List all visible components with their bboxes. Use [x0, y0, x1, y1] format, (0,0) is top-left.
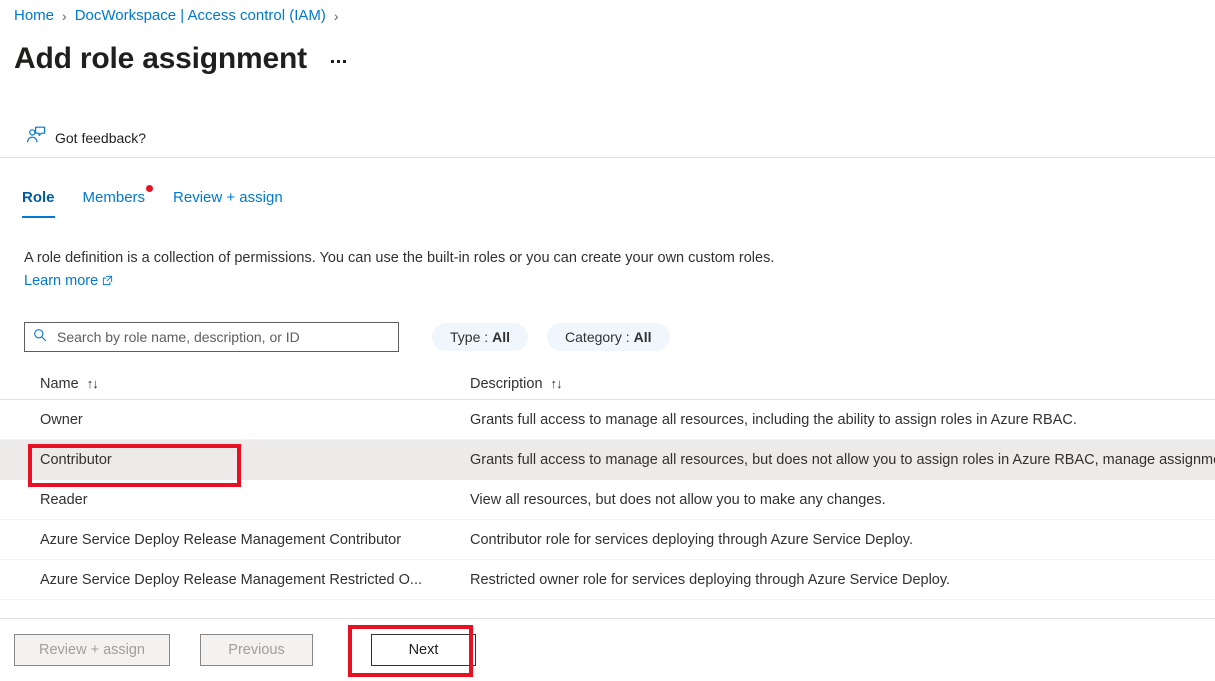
sort-icon-name: ↑↓	[86, 376, 99, 391]
learn-more-link[interactable]: Learn more	[24, 273, 98, 289]
breadcrumb-item-home[interactable]: Home	[14, 6, 54, 26]
external-link-icon	[102, 271, 113, 294]
azure-add-role-assignment-page: Home › DocWorkspace | Access control (IA…	[0, 0, 1215, 681]
breadcrumb: Home › DocWorkspace | Access control (IA…	[14, 6, 347, 26]
breadcrumb-separator-1: ›	[62, 8, 67, 24]
role-name-cell: Contributor	[40, 451, 112, 468]
table-row[interactable]: Owner Grants full access to manage all r…	[0, 400, 1215, 440]
breadcrumb-separator-2: ›	[333, 8, 339, 24]
table-row[interactable]: Azure Service Deploy Release Management …	[0, 520, 1215, 560]
column-header-name-label: Name	[40, 375, 79, 392]
page-title: Add role assignment	[14, 42, 307, 75]
got-feedback-button[interactable]: Got feedback?	[22, 123, 150, 152]
tab-review-assign-label: Review + assign	[173, 189, 283, 206]
wizard-tabs: Role Members Review + assign	[22, 185, 297, 218]
column-header-description-label: Description	[470, 375, 543, 392]
role-description-cell: Contributor role for services deploying …	[470, 531, 914, 548]
role-name-cell: Azure Service Deploy Release Management …	[40, 571, 423, 588]
role-name-cell: Owner	[40, 411, 83, 428]
role-description-cell: Grants full access to manage all resourc…	[470, 451, 1215, 468]
filter-row: Type : All Category : All	[24, 322, 670, 352]
search-icon	[33, 328, 47, 347]
table-header-row: Name ↑↓ Description ↑↓	[0, 368, 1215, 400]
role-description-cell: View all resources, but does not allow y…	[470, 491, 886, 508]
table-row[interactable]: Azure Service Deploy Release Management …	[0, 560, 1215, 600]
tab-members-badge-dot	[146, 185, 154, 192]
tab-role-label: Role	[22, 189, 55, 206]
previous-button[interactable]: Previous	[200, 634, 313, 666]
tab-members-label: Members	[82, 189, 146, 206]
got-feedback-label: Got feedback?	[55, 129, 147, 146]
filter-pill-category-label: Category :	[565, 329, 630, 345]
breadcrumb-item-docworkspace-iam[interactable]: DocWorkspace | Access control (IAM)	[75, 6, 326, 26]
tab-members[interactable]: Members	[69, 185, 160, 218]
kebab-dot-2	[336, 60, 340, 63]
filter-pill-type-label: Type :	[450, 329, 489, 345]
column-header-name[interactable]: Name ↑↓	[40, 376, 470, 392]
filter-pill-category[interactable]: Category : All	[547, 323, 670, 351]
filter-pill-type[interactable]: Type : All	[432, 323, 529, 351]
next-button-wrapper: Next	[371, 634, 476, 666]
table-row[interactable]: Reader View all resources, but does not …	[0, 480, 1215, 520]
person-feedback-icon	[26, 126, 46, 149]
role-description-cell: Restricted owner role for services deplo…	[470, 571, 951, 588]
role-description-text: A role definition is a collection of per…	[24, 247, 784, 294]
next-button[interactable]: Next	[371, 634, 476, 666]
filter-pill-category-value: All	[633, 329, 652, 345]
filter-pill-type-value: All	[492, 329, 511, 345]
role-description-cell: Grants full access to manage all resourc…	[470, 411, 1077, 428]
role-name-cell: Reader	[40, 491, 88, 508]
tab-role[interactable]: Role	[22, 188, 69, 218]
command-bar: Got feedback?	[0, 118, 1215, 158]
page-title-row: Add role assignment	[14, 40, 350, 78]
kebab-dot-3	[342, 60, 346, 63]
more-options-icon[interactable]	[327, 47, 350, 71]
role-name-cell: Azure Service Deploy Release Management …	[40, 531, 402, 548]
review-assign-button[interactable]: Review + assign	[14, 634, 170, 666]
column-header-description[interactable]: Description ↑↓	[470, 375, 563, 392]
search-box[interactable]	[24, 322, 399, 352]
search-input[interactable]	[55, 324, 390, 350]
sort-icon-description: ↑↓	[550, 376, 563, 391]
wizard-footer: Review + assign Previous Next	[0, 619, 1215, 681]
roles-table: Name ↑↓ Description ↑↓ Owner Grants full…	[0, 368, 1215, 600]
kebab-dot-1	[330, 60, 334, 63]
table-row[interactable]: Contributor Grants full access to manage…	[0, 440, 1215, 480]
tab-review-assign[interactable]: Review + assign	[159, 188, 297, 218]
description-body: A role definition is a collection of per…	[24, 250, 775, 266]
